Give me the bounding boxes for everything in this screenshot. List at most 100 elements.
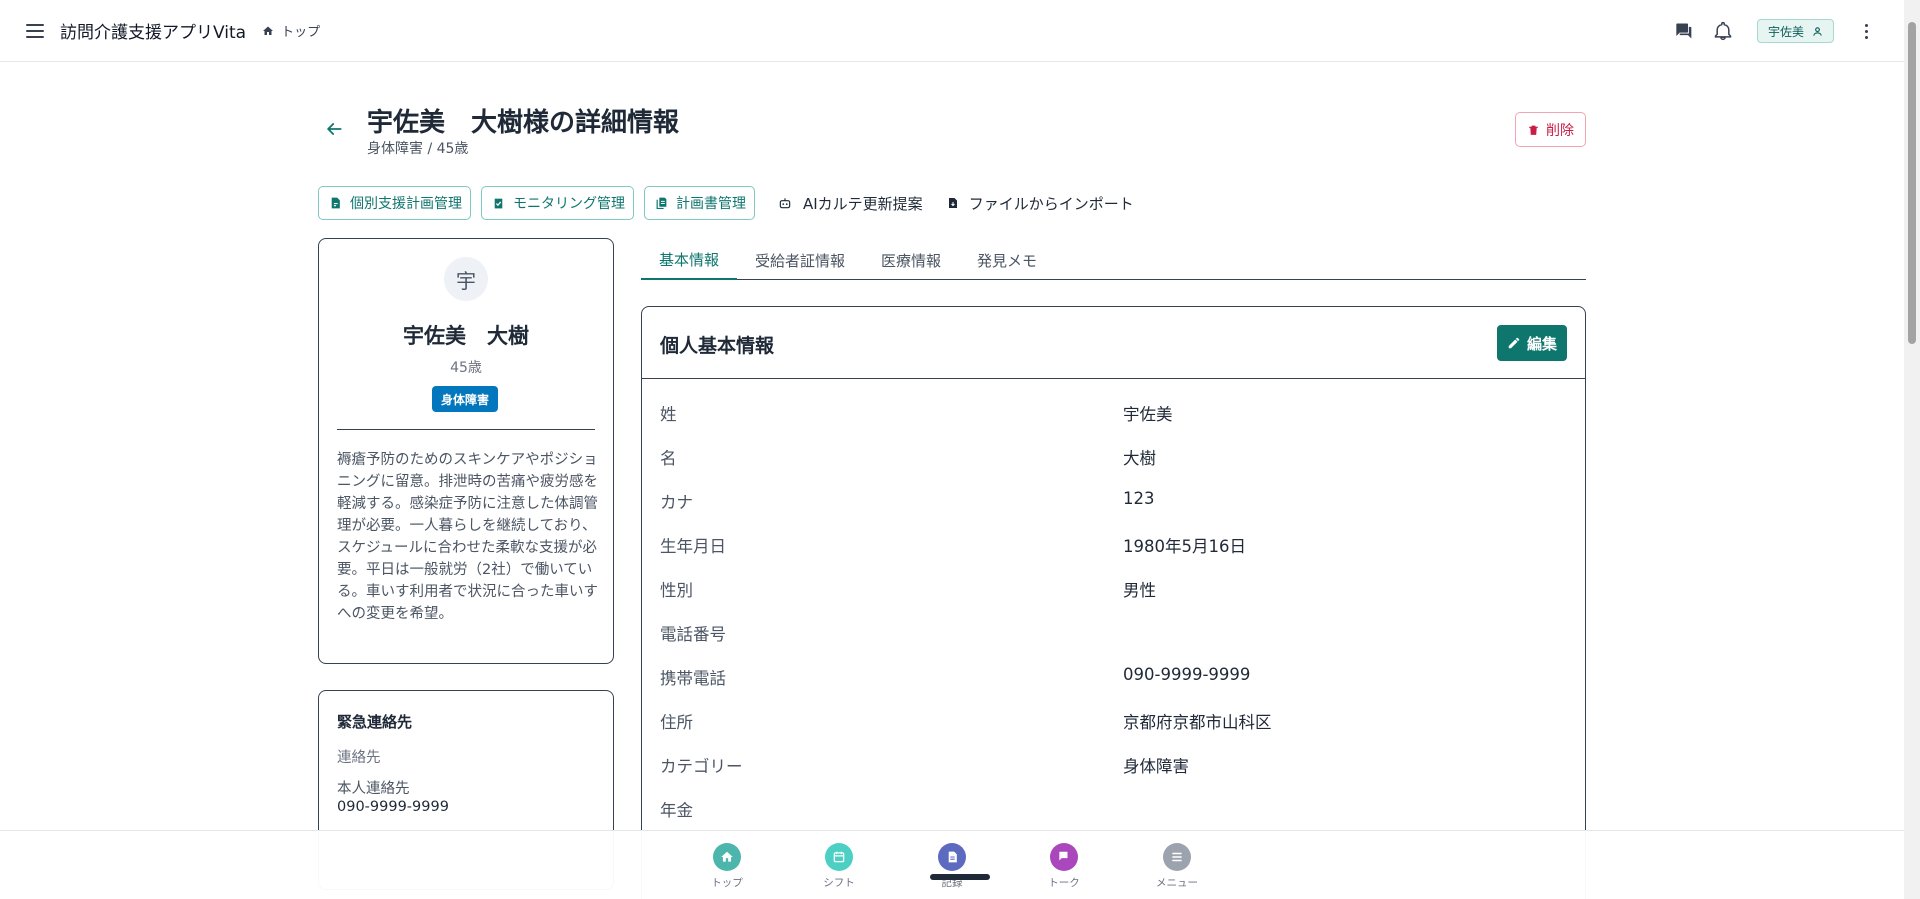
- action-label: モニタリング管理: [513, 196, 625, 212]
- profile-name: 宇佐美 大樹: [403, 324, 529, 348]
- tab-recipient-cert[interactable]: 受給者証情報: [737, 240, 863, 280]
- info-row-pension: 年金: [642, 785, 1585, 829]
- home-icon: [263, 26, 274, 35]
- page-subtitle: 身体障害 / 45歳: [367, 141, 469, 157]
- info-value: 男性: [1123, 581, 1156, 600]
- bottom-nav: トップ シフト 記録 トーク メニュー: [0, 830, 1904, 899]
- user-name: 宇佐美: [1767, 24, 1804, 39]
- support-plan-button[interactable]: 個別支援計画管理: [318, 186, 471, 220]
- file-import-icon: [948, 198, 957, 208]
- info-row-last-name: 姓 宇佐美: [642, 389, 1585, 433]
- chat-icon: [1050, 843, 1078, 871]
- scrollbar-thumb[interactable]: [1908, 22, 1916, 344]
- back-arrow-icon[interactable]: [324, 119, 344, 139]
- nav-record[interactable]: 記録: [917, 843, 987, 890]
- info-label: 生年月日: [660, 537, 726, 556]
- info-value: 身体障害: [1123, 757, 1189, 776]
- info-label: 電話番号: [660, 625, 726, 644]
- documents-icon: [656, 197, 667, 210]
- info-label: 性別: [660, 581, 693, 600]
- category-badge: 身体障害: [432, 386, 499, 412]
- nav-label: シフト: [823, 877, 855, 889]
- clipboard-check-icon: [494, 198, 503, 209]
- info-row-birthdate: 生年月日 1980年5月16日: [642, 521, 1585, 565]
- tab-medical-info[interactable]: 医療情報: [863, 240, 959, 280]
- bell-icon[interactable]: [1712, 20, 1734, 42]
- personal-info-panel: 個人基本情報 編集 姓宇佐美 名大樹 カナ 123 生年月日 1980年5月16日 …: [641, 306, 1586, 899]
- info-label: 名: [660, 449, 677, 468]
- edit-label: 編集: [1526, 334, 1557, 353]
- info-label: 携帯電話: [660, 669, 726, 688]
- scrollbar[interactable]: [1904, 0, 1920, 899]
- breadcrumb-top[interactable]: トップ: [281, 21, 320, 40]
- breadcrumb[interactable]: トップ: [262, 21, 320, 40]
- document-icon: [938, 843, 966, 871]
- nav-shift[interactable]: シフト: [804, 843, 874, 890]
- import-file-button[interactable]: ファイルからインポート: [935, 186, 1146, 220]
- info-row-gender: 性別 男性: [642, 565, 1585, 609]
- nav-top[interactable]: トップ: [692, 843, 762, 890]
- info-label: 姓: [660, 405, 677, 424]
- action-label: AIカルテ更新提案: [803, 194, 923, 213]
- hamburger-menu-icon[interactable]: [26, 23, 44, 38]
- home-icon: [713, 843, 741, 871]
- tab-basic-info[interactable]: 基本情報: [641, 240, 738, 280]
- info-value: 090-9999-9999: [1123, 665, 1251, 684]
- tab-bar: 基本情報 受給者証情報 医療情報 発見メモ: [641, 240, 1586, 280]
- info-row-phone: 電話番号: [642, 609, 1585, 653]
- emergency-label: 連絡先: [337, 750, 381, 766]
- action-bar: 個別支援計画管理 モニタリング管理 計画書管理 AIカルテ更新提案 ファイルから…: [318, 186, 1146, 220]
- action-label: ファイルからインポート: [968, 194, 1134, 213]
- action-label: 計画書管理: [676, 196, 746, 212]
- profile-card: 宇 宇佐美 大樹 45歳 身体障害 褥瘡予防のためのスキンケアやポジショニングに…: [318, 238, 614, 664]
- info-row-address: 住所 京都府京都市山科区: [642, 697, 1585, 741]
- emergency-contact-name: 本人連絡先: [337, 781, 410, 797]
- info-label: カテゴリー: [660, 757, 743, 776]
- app-title: 訪問介護支援アプリVita: [60, 23, 247, 43]
- info-label: カナ: [660, 493, 693, 512]
- nav-label: メニュー: [1156, 877, 1198, 889]
- edit-button[interactable]: 編集: [1496, 325, 1567, 361]
- user-chip[interactable]: 宇佐美: [1756, 19, 1834, 43]
- info-value: 京都府京都市山科区: [1123, 713, 1272, 732]
- delete-button[interactable]: 削除: [1515, 112, 1586, 147]
- nav-label: トーク: [1048, 877, 1080, 889]
- info-row-kana: カナ 123: [642, 477, 1585, 521]
- profile-age: 45歳: [450, 360, 482, 376]
- tab-discovery-memo[interactable]: 発見メモ: [959, 240, 1055, 280]
- app-bar: 訪問介護支援アプリVita トップ 宇佐美: [0, 0, 1904, 62]
- ai-chart-suggest-button[interactable]: AIカルテ更新提案: [765, 186, 935, 220]
- home-indicator[interactable]: [930, 874, 990, 880]
- panel-title: 個人基本情報: [660, 335, 775, 357]
- info-value: 123: [1123, 489, 1155, 508]
- menu-icon: [1163, 843, 1191, 871]
- info-value: 1980年5月16日: [1123, 537, 1246, 556]
- avatar: 宇: [444, 257, 488, 301]
- calendar-icon: [825, 843, 853, 871]
- delete-label: 削除: [1546, 122, 1574, 139]
- nav-talk[interactable]: トーク: [1029, 843, 1099, 890]
- page-title: 宇佐美 大樹様の詳細情報: [367, 108, 680, 138]
- info-rows: 姓宇佐美 名大樹 カナ 123 生年月日 1980年5月16日 性別 男性 電話番号 …: [642, 389, 1585, 829]
- panel-header: 個人基本情報 編集: [642, 307, 1585, 379]
- nav-menu[interactable]: メニュー: [1142, 843, 1212, 890]
- emergency-title: 緊急連絡先: [337, 713, 413, 731]
- nav-label: トップ: [711, 877, 743, 889]
- info-value: 宇佐美: [1123, 405, 1173, 424]
- info-row-mobile: 携帯電話 090-9999-9999: [642, 653, 1585, 697]
- info-label: 住所: [660, 713, 693, 732]
- info-label: 年金: [660, 801, 693, 820]
- plan-document-button[interactable]: 計画書管理: [644, 186, 755, 220]
- divider: [337, 429, 595, 430]
- info-row-category: カテゴリー 身体障害: [642, 741, 1585, 785]
- profile-note: 褥瘡予防のためのスキンケアやポジショニングに留意。排泄時の苦痛や疲労感を軽減する…: [337, 452, 598, 622]
- info-value: 大樹: [1123, 449, 1156, 468]
- info-row-first-name: 名 大樹: [642, 433, 1585, 477]
- emergency-contact-phone: 090-9999-9999: [337, 799, 449, 815]
- trash-icon: [1529, 125, 1538, 135]
- chat-icon[interactable]: [1672, 20, 1694, 42]
- monitoring-button[interactable]: モニタリング管理: [481, 186, 634, 220]
- person-icon: [1813, 26, 1822, 36]
- more-vert-icon[interactable]: [1856, 23, 1876, 39]
- document-edit-icon: [331, 197, 340, 209]
